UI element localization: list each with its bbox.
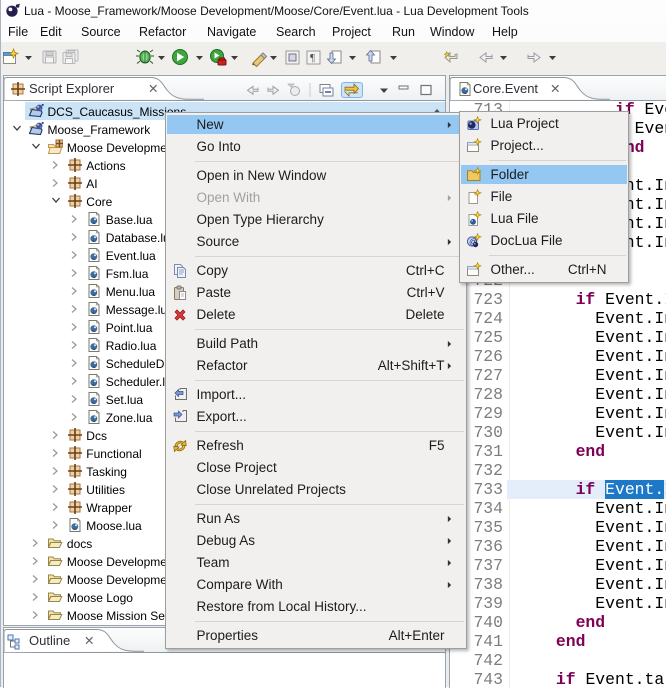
svg-text:¶: ¶ [310,52,315,64]
